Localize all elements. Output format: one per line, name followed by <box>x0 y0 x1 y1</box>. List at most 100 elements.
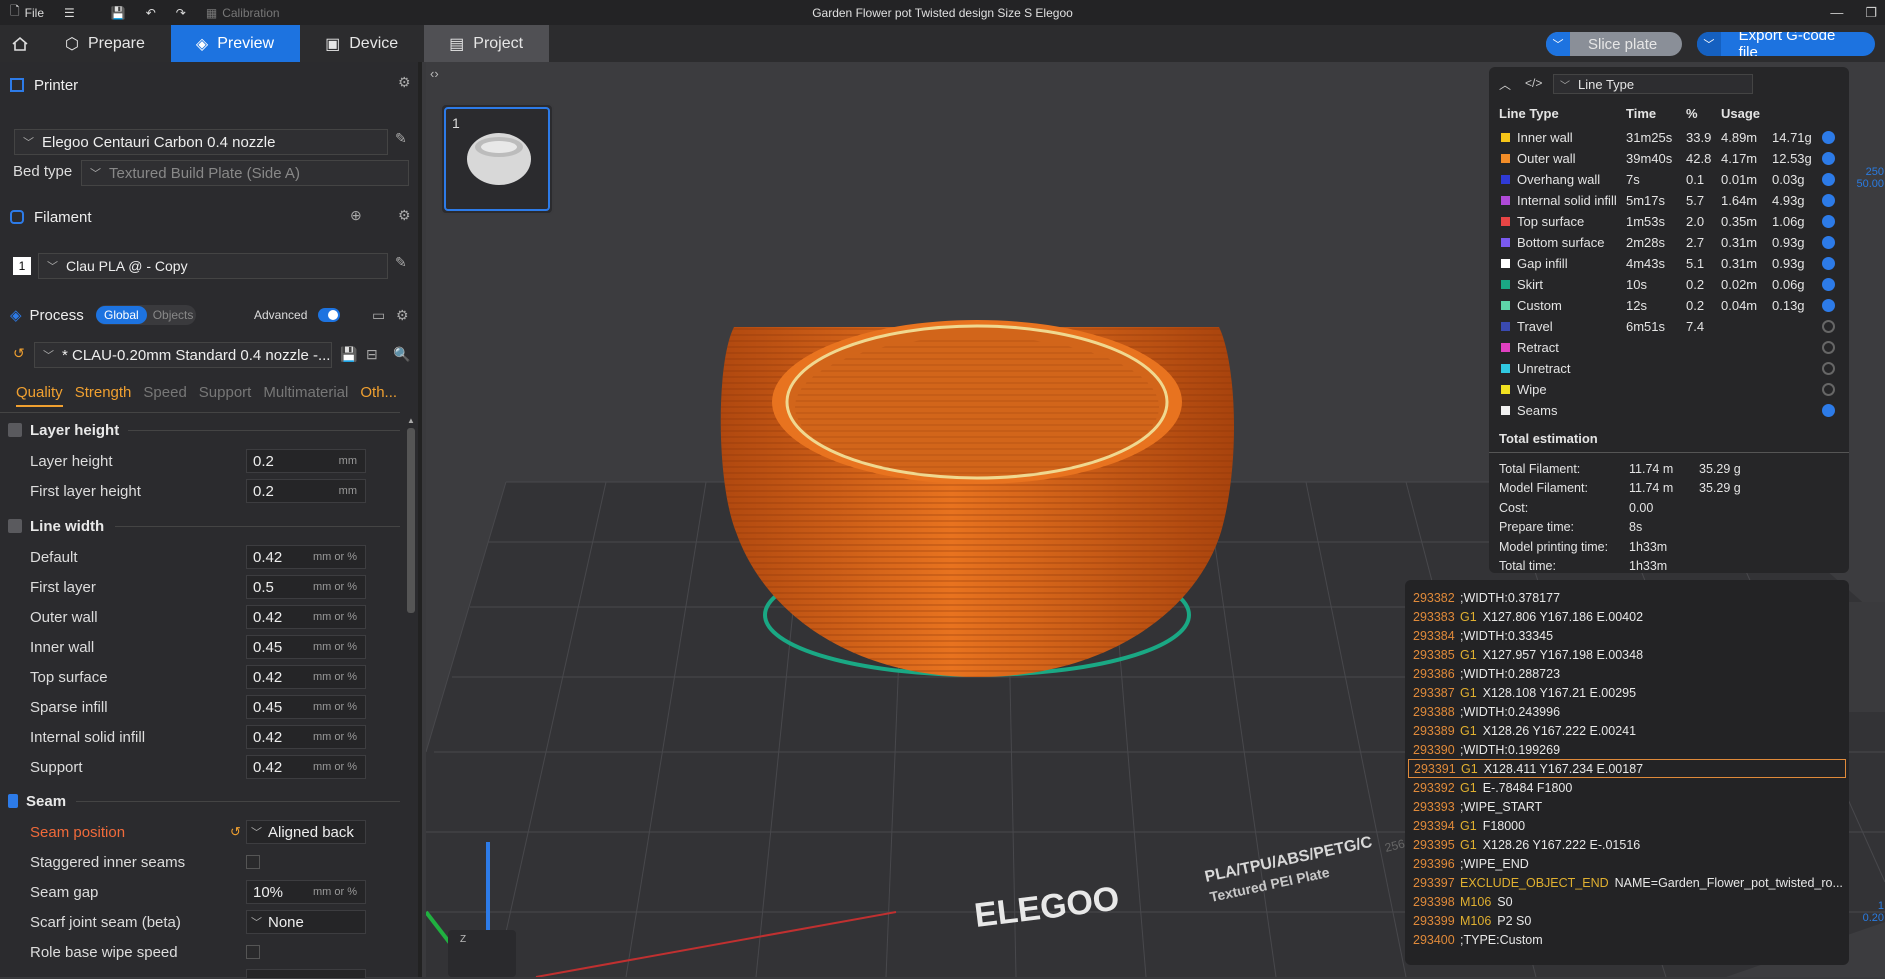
home-icon[interactable] <box>0 25 40 62</box>
redo-icon[interactable]: ↷ <box>166 0 196 25</box>
legend-row[interactable]: Unretract <box>1489 358 1849 379</box>
collapse-sidebar-icon[interactable]: ‹› <box>430 66 439 81</box>
gcode-line[interactable]: 293392 G1 E-.78484 F1800 <box>1408 778 1846 797</box>
legend-row[interactable]: Travel 6m51s 7.4 <box>1489 316 1849 337</box>
legend-row[interactable]: Custom 12s 0.2 0.04m 0.13g <box>1489 295 1849 316</box>
visibility-eye-icon[interactable] <box>1822 173 1835 186</box>
visibility-eye-icon[interactable] <box>1822 341 1835 354</box>
edit-printer-icon[interactable]: ✎ <box>395 130 407 147</box>
legend-row[interactable]: Outer wall 39m40s 42.8 4.17m 12.53g <box>1489 148 1849 169</box>
line-width-input[interactable]: 0.42 mm or % <box>246 725 366 749</box>
collapse-legend-icon[interactable]: ︿ <box>1499 76 1511 93</box>
tab-multimaterial[interactable]: Multimaterial <box>263 384 348 407</box>
filament-select[interactable]: ﹀ Clau PLA @ - Copy <box>38 253 388 279</box>
file-menu[interactable]: 🗋 File <box>0 0 54 25</box>
visibility-eye-icon[interactable] <box>1822 152 1835 165</box>
objects-toggle-option[interactable]: Objects <box>147 308 194 322</box>
layer-height-input[interactable]: 0.2 mm <box>246 449 366 473</box>
minimize-icon[interactable]: — <box>1830 5 1843 20</box>
gcode-line[interactable]: 293386 ;WIDTH:0.288723 <box>1408 664 1846 683</box>
next-setting-input[interactable] <box>246 969 366 979</box>
calibration-menu[interactable]: ▦ Calibration <box>196 0 290 25</box>
staggered-inner-seams-checkbox[interactable] <box>246 855 260 869</box>
line-width-input[interactable]: 0.45 mm or % <box>246 635 366 659</box>
export-gcode-button[interactable]: ﹀ Export G-code file <box>1697 32 1875 56</box>
filament-slot-badge[interactable]: 1 <box>13 257 31 275</box>
process-settings-icon[interactable]: ⚙ <box>396 307 409 324</box>
seam-position-select[interactable]: ﹀ Aligned back <box>246 820 366 844</box>
legend-row[interactable]: Top surface 1m53s 2.0 0.35m 1.06g <box>1489 211 1849 232</box>
line-width-input[interactable]: 0.42 mm or % <box>246 665 366 689</box>
gcode-line[interactable]: 293398 M106 S0 <box>1408 892 1846 911</box>
legend-row[interactable]: Skirt 10s 0.2 0.02m 0.06g <box>1489 274 1849 295</box>
settings-scrollbar[interactable]: ▲ <box>406 414 416 974</box>
reset-icon[interactable]: ↺ <box>13 345 25 362</box>
axis-gizmo[interactable]: Z <box>448 930 516 977</box>
scrollbar-thumb[interactable] <box>407 428 415 613</box>
printer-settings-icon[interactable]: ⚙ <box>398 74 411 91</box>
legend-row[interactable]: Gap infill 4m43s 5.1 0.31m 0.93g <box>1489 253 1849 274</box>
tab-others[interactable]: Oth... <box>360 384 397 407</box>
legend-row[interactable]: Internal solid infill 5m17s 5.7 1.64m 4.93g <box>1489 190 1849 211</box>
tab-preview[interactable]: ◈ Preview <box>170 25 301 62</box>
gcode-line[interactable]: 293391 G1 X128.411 Y167.234 E.00187 <box>1408 759 1846 778</box>
edit-filament-icon[interactable]: ✎ <box>395 254 407 271</box>
layer-slider-bottom[interactable]: 1 0.20 <box>1852 900 1884 924</box>
visibility-eye-icon[interactable] <box>1822 215 1835 228</box>
delete-profile-icon[interactable]: ⊟ <box>366 346 378 363</box>
line-width-input[interactable]: 0.5 mm or % <box>246 575 366 599</box>
layer-slider-top[interactable]: 250 50.00 <box>1852 166 1884 190</box>
legend-row[interactable]: Seams <box>1489 400 1849 421</box>
gcode-line[interactable]: 293384 ;WIDTH:0.33345 <box>1408 626 1846 645</box>
bed-type-select[interactable]: ﹀ Textured Build Plate (Side A) <box>81 160 409 186</box>
gcode-line[interactable]: 293395 G1 X128.26 Y167.222 E-.01516 <box>1408 835 1846 854</box>
gcode-line[interactable]: 293399 M106 P2 S0 <box>1408 911 1846 930</box>
gcode-line[interactable]: 293389 G1 X128.26 Y167.222 E.00241 <box>1408 721 1846 740</box>
legend-row[interactable]: Retract <box>1489 337 1849 358</box>
gcode-line[interactable]: 293396 ;WIPE_END <box>1408 854 1846 873</box>
legend-row[interactable]: Bottom surface 2m28s 2.7 0.31m 0.93g <box>1489 232 1849 253</box>
tab-quality[interactable]: Quality <box>16 384 63 407</box>
gcode-line[interactable]: 293382 ;WIDTH:0.378177 <box>1408 588 1846 607</box>
gcode-line[interactable]: 293394 G1 F18000 <box>1408 816 1846 835</box>
reset-icon[interactable]: ↺ <box>230 824 241 840</box>
visibility-eye-icon[interactable] <box>1822 257 1835 270</box>
gcode-viewer[interactable]: 293382 ;WIDTH:0.378177 293383 G1 X127.806 Y1… <box>1405 580 1849 965</box>
restore-icon[interactable]: ❐ <box>1865 5 1877 21</box>
tab-strength[interactable]: Strength <box>75 384 132 407</box>
visibility-eye-icon[interactable] <box>1822 131 1835 144</box>
save-icon[interactable]: 💾 <box>85 0 136 25</box>
visibility-eye-icon[interactable] <box>1822 278 1835 291</box>
code-icon[interactable]: </> <box>1525 76 1542 90</box>
legend-row[interactable]: Inner wall 31m25s 33.9 4.89m 14.71g <box>1489 127 1849 148</box>
gcode-line[interactable]: 293383 G1 X127.806 Y167.186 E.00402 <box>1408 607 1846 626</box>
visibility-eye-icon[interactable] <box>1822 320 1835 333</box>
hamburger-menu-icon[interactable]: ☰ <box>54 0 85 25</box>
visibility-eye-icon[interactable] <box>1822 236 1835 249</box>
line-width-input[interactable]: 0.42 mm or % <box>246 755 366 779</box>
slice-plate-button[interactable]: ﹀ Slice plate <box>1546 32 1682 56</box>
visibility-eye-icon[interactable] <box>1822 299 1835 312</box>
process-profile-select[interactable]: ﹀ * CLAU-0.20mm Standard 0.4 nozzle -... <box>34 342 332 368</box>
line-width-input[interactable]: 0.42 mm or % <box>246 605 366 629</box>
tab-device[interactable]: ▣ Device <box>300 25 424 62</box>
global-objects-toggle[interactable]: Global Objects <box>96 305 196 325</box>
plate-thumbnail[interactable]: 1 <box>440 103 554 215</box>
add-filament-icon[interactable]: ⊕ <box>350 207 362 224</box>
legend-row[interactable]: Wipe <box>1489 379 1849 400</box>
search-icon[interactable]: 🔍 <box>393 346 410 363</box>
line-width-input[interactable]: 0.45 mm or % <box>246 695 366 719</box>
gcode-line[interactable]: 293390 ;WIDTH:0.199269 <box>1408 740 1846 759</box>
advanced-toggle[interactable] <box>318 308 340 322</box>
visibility-eye-icon[interactable] <box>1822 194 1835 207</box>
seam-gap-input[interactable]: 10% mm or % <box>246 880 366 904</box>
printer-select[interactable]: ﹀ Elegoo Centauri Carbon 0.4 nozzle <box>14 129 388 155</box>
gcode-line[interactable]: 293385 G1 X127.957 Y167.198 E.00348 <box>1408 645 1846 664</box>
gcode-line[interactable]: 293400 ;TYPE:Custom <box>1408 930 1846 949</box>
gcode-line[interactable]: 293397 EXCLUDE_OBJECT_END NAME=Garden_Flow… <box>1408 873 1846 892</box>
visibility-eye-icon[interactable] <box>1822 404 1835 417</box>
role-base-wipe-speed-checkbox[interactable] <box>246 945 260 959</box>
filament-settings-icon[interactable]: ⚙ <box>398 207 411 224</box>
save-profile-icon[interactable]: 💾 <box>340 346 357 363</box>
first-layer-height-input[interactable]: 0.2 mm <box>246 479 366 503</box>
